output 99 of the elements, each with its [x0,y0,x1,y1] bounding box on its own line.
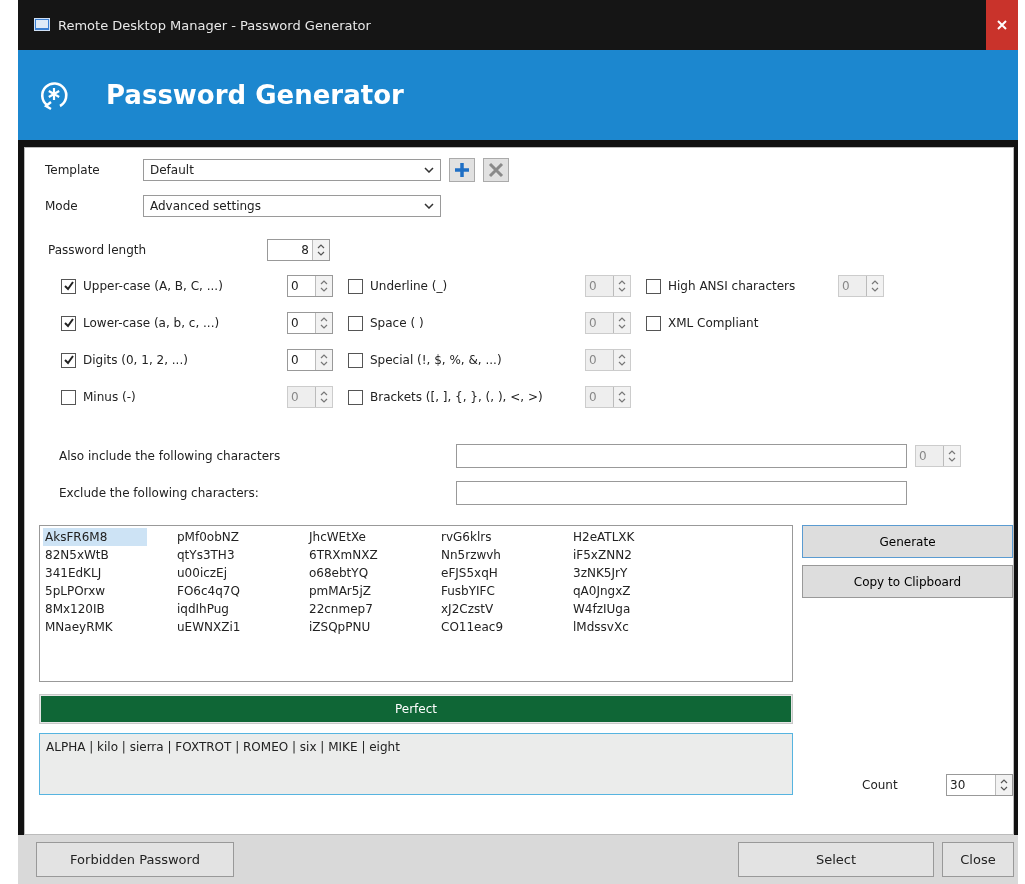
up-down-arrows-icon [618,317,626,329]
field-label: Template [45,163,101,177]
password-item[interactable]: uEWNXZi1 [175,618,243,636]
phonetic-text: ALPHA | kilo | sierra | FOXTROT | ROMEO | six | MIKE | eight [46,740,400,754]
chevron-down-icon [424,203,434,209]
password-item[interactable]: o68ebtYQ [307,564,371,582]
up-down-arrows-icon [320,391,328,403]
dialog-heading: Password Generator [106,80,404,110]
close-icon [997,20,1007,30]
select-button[interactable]: Select [738,842,934,877]
password-item[interactable]: 6TRXmNXZ [307,546,380,564]
option-label: Digits (0, 1, 2, ...) [83,353,189,367]
checkmark-icon [62,280,75,292]
checkbox[interactable] [348,278,363,294]
count-spinner[interactable]: 0 [287,312,333,334]
password-item[interactable]: H2eATLXK [571,528,637,546]
checkbox[interactable] [348,352,363,368]
password-item[interactable]: xJ2CzstV [439,600,496,618]
password-item[interactable]: iF5xZNN2 [571,546,634,564]
mode-dropdown[interactable]: Advanced settings [143,195,441,217]
up-down-arrows-icon [320,354,328,366]
close-button[interactable]: Close [942,842,1014,877]
count-label: Count [862,778,899,792]
checkbox[interactable] [61,278,76,294]
checkbox[interactable] [61,315,76,331]
option-label: Lower-case (a, b, c, ...) [83,316,221,330]
password-item[interactable]: iqdIhPug [175,600,231,618]
count-spinner[interactable]: 0 [287,275,333,297]
plus-icon [454,162,470,178]
up-down-arrows-icon [871,280,879,292]
password-item[interactable]: 3zNK5JrY [571,564,630,582]
password-item[interactable]: 82N5xWtB [43,546,111,564]
forbidden-password-button[interactable]: Forbidden Password [36,842,234,877]
option-label: Upper-case (A, B, C, ...) [83,279,224,293]
checkbox[interactable] [348,389,363,405]
password-item[interactable]: 5pLPOrxw [43,582,108,600]
copy-button[interactable]: Copy to Clipboard [802,565,1013,598]
password-item[interactable]: rvG6klrs [439,528,494,546]
field-label: Also include the following characters [59,449,282,463]
up-down-arrows-icon [618,354,626,366]
password-item[interactable]: JhcWEtXe [307,528,368,546]
password-item[interactable]: 341EdKLJ [43,564,104,582]
password-item[interactable]: qA0JngxZ [571,582,633,600]
generate-button[interactable]: Generate [802,525,1013,558]
checkmark-icon [62,354,75,366]
password-item[interactable]: 22cnmep7 [307,600,375,618]
password-item[interactable]: CO11eac9 [439,618,506,636]
close-button[interactable] [986,0,1018,50]
up-down-arrows-icon [618,280,626,292]
up-down-arrows-icon [320,317,328,329]
password-item[interactable]: AksFR6M8 [43,528,148,546]
option-label: Brackets ([, ], {, }, (, ), <, >) [370,390,544,404]
password-item[interactable]: 8Mx120IB [43,600,107,618]
field-label: Mode [45,199,79,213]
delete-button[interactable] [483,158,509,182]
template-dropdown[interactable]: Default [143,159,441,181]
checkbox[interactable] [61,352,76,368]
password-item[interactable]: iZSQpPNU [307,618,373,636]
asterisk-refresh-icon [38,79,70,111]
password-item[interactable]: lMdssvXc [571,618,631,636]
password-item[interactable]: pMf0obNZ [175,528,241,546]
window-title: Remote Desktop Manager - Password Generator [58,17,371,33]
strength-label: Perfect [393,701,438,718]
chevron-down-icon [424,167,434,173]
monitor-icon [34,18,50,32]
close-icon [488,162,504,178]
password-item[interactable]: FO6c4q7Q [175,582,242,600]
checkbox[interactable] [646,315,661,331]
up-down-arrows-icon [948,450,956,462]
checkbox[interactable] [646,278,661,294]
count-spinner[interactable]: 0 [287,349,333,371]
password-item[interactable]: pmMAr5jZ [307,582,373,600]
option-label: XML Compliant [668,316,760,330]
length-spinner[interactable]: 8 [267,239,330,261]
include-input[interactable] [456,444,907,468]
count-spinner[interactable]: 30 [946,774,1013,796]
password-item[interactable]: Nn5rzwvh [439,546,503,564]
checkbox[interactable] [61,389,76,405]
option-label: High ANSI characters [668,279,797,293]
option-label: Special (!, $, %, &, ...) [370,353,503,367]
up-down-arrows-icon [618,391,626,403]
field-label: Password length [48,243,148,257]
checkbox[interactable] [348,315,363,331]
password-item[interactable]: FusbYIFC [439,582,497,600]
password-item[interactable]: u00iczEj [175,564,230,582]
up-down-arrows-icon [1000,779,1008,791]
up-down-arrows-icon [317,244,325,256]
option-label: Underline (_) [370,279,449,293]
password-item[interactable]: MNaeyRMK [43,618,115,636]
password-item[interactable]: eFJS5xqH [439,564,500,582]
up-down-arrows-icon [320,280,328,292]
field-label: Exclude the following characters: [59,486,260,500]
password-item[interactable]: W4fzIUga [571,600,633,618]
exclude-input[interactable] [456,481,907,505]
password-item[interactable]: qtYs3TH3 [175,546,237,564]
option-label: Space ( ) [370,316,425,330]
checkmark-icon [62,317,75,329]
option-label: Minus (-) [83,390,137,404]
add-button[interactable] [449,158,475,182]
